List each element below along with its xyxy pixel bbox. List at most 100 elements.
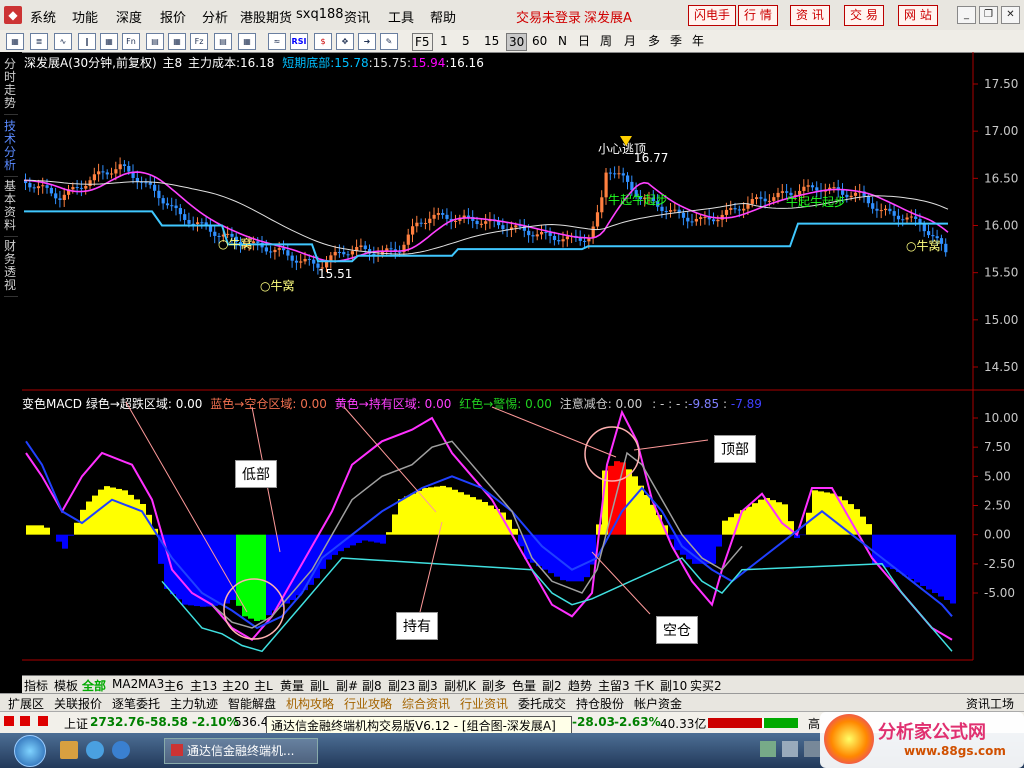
tray-icon[interactable] bbox=[804, 741, 820, 757]
f10-icon[interactable]: ▦ bbox=[238, 33, 256, 50]
pen-icon[interactable]: ✎ bbox=[380, 33, 398, 50]
flash-trade-button[interactable]: 闪电手 bbox=[688, 5, 737, 26]
period-60min[interactable]: 60 bbox=[530, 33, 549, 49]
f10-icon[interactable]: ▤ bbox=[146, 33, 164, 50]
indicator-tab[interactable]: 副# bbox=[336, 677, 358, 694]
period-30min[interactable]: 30 bbox=[506, 33, 528, 51]
indicator-tab[interactable]: 黄量 bbox=[280, 677, 304, 694]
indicator-tab[interactable]: MA3 bbox=[138, 677, 164, 691]
indicator-tab[interactable]: 色量 bbox=[512, 677, 536, 694]
market-button[interactable]: 行 情 bbox=[738, 5, 778, 26]
menu-function[interactable]: 功能 bbox=[72, 7, 98, 26]
media-icon[interactable] bbox=[86, 741, 104, 759]
indicator-tab[interactable]: 全部 bbox=[82, 677, 106, 694]
extension-tab[interactable]: 综合资讯 bbox=[402, 695, 450, 712]
extension-tab[interactable]: 委托成交 bbox=[518, 695, 566, 712]
tab-fundamentals[interactable]: 基本资料 bbox=[4, 180, 18, 237]
index-name[interactable]: 上证 bbox=[64, 715, 88, 732]
f10-icon[interactable]: ▦ bbox=[168, 33, 186, 50]
indicator-tab[interactable]: 主留3 bbox=[598, 677, 630, 694]
indicator-tab[interactable]: 副多 bbox=[482, 677, 506, 694]
indicator-tab[interactable]: 主20 bbox=[222, 677, 249, 694]
f10-icon[interactable]: Fz bbox=[190, 33, 208, 50]
f10-icon[interactable]: Fn bbox=[122, 33, 140, 50]
extension-tab[interactable]: 行业资讯 bbox=[460, 695, 508, 712]
indicator-tab[interactable]: 副3 bbox=[418, 677, 438, 694]
period-year[interactable]: 年 bbox=[690, 33, 706, 49]
indicator-tab[interactable]: 主13 bbox=[190, 677, 217, 694]
indicator-tab[interactable]: 主L bbox=[254, 677, 273, 694]
indicator-tab[interactable]: 副机K bbox=[444, 677, 476, 694]
menu-hk-futures[interactable]: 港股期货 bbox=[240, 7, 292, 26]
period-5min[interactable]: 5 bbox=[460, 33, 472, 49]
indicator-tab[interactable]: 副2 bbox=[542, 677, 562, 694]
tab-realtime[interactable]: 分时走势 bbox=[4, 58, 18, 115]
website-button[interactable]: 网 站 bbox=[898, 5, 938, 26]
indicator-tab[interactable]: 趋势 bbox=[568, 677, 592, 694]
news-button[interactable]: 资 讯 bbox=[790, 5, 830, 26]
indicator-tab[interactable]: 副L bbox=[310, 677, 329, 694]
extension-tab[interactable]: 扩展区 bbox=[8, 695, 44, 712]
info-workshop-tab[interactable]: 资讯工场 bbox=[966, 695, 1014, 712]
extension-tab[interactable]: 行业攻略 bbox=[344, 695, 392, 712]
period-month[interactable]: 月 bbox=[622, 33, 638, 49]
extension-tab[interactable]: 帐户资金 bbox=[634, 695, 682, 712]
period-n[interactable]: N bbox=[556, 33, 569, 49]
indicator-tab[interactable]: 千K bbox=[634, 677, 654, 694]
tray-icon[interactable] bbox=[782, 741, 798, 757]
f10-icon[interactable]: ▤ bbox=[214, 33, 232, 50]
indicator-tab[interactable]: 副8 bbox=[362, 677, 382, 694]
menu-tools[interactable]: 工具 bbox=[388, 7, 414, 26]
indicator-tab[interactable]: 副10 bbox=[660, 677, 687, 694]
period-day[interactable]: 日 bbox=[576, 33, 592, 49]
menu-help[interactable]: 帮助 bbox=[430, 7, 456, 26]
rsi-icon[interactable]: RSI bbox=[290, 33, 308, 50]
explorer-icon[interactable] bbox=[60, 741, 78, 759]
move-icon[interactable]: ✥ bbox=[336, 33, 354, 50]
extension-tab[interactable]: 主力轨迹 bbox=[170, 695, 218, 712]
menu-news[interactable]: 资讯 bbox=[344, 7, 370, 26]
line-chart-icon[interactable]: ∿ bbox=[54, 33, 72, 50]
macd-bar bbox=[566, 534, 572, 582]
tray-icon[interactable] bbox=[760, 741, 776, 757]
extension-tab[interactable]: 持仓股份 bbox=[576, 695, 624, 712]
period-season[interactable]: 季 bbox=[668, 33, 684, 49]
taskbar-app-button[interactable]: 通达信金融终端机... bbox=[164, 738, 318, 764]
grid-icon[interactable]: ▦ bbox=[6, 33, 24, 50]
period-multi[interactable]: 多 bbox=[646, 33, 662, 49]
period-week[interactable]: 周 bbox=[598, 33, 614, 49]
extension-tab[interactable]: 逐笔委托 bbox=[112, 695, 160, 712]
list-icon[interactable]: ≣ bbox=[30, 33, 48, 50]
period-15min[interactable]: 15 bbox=[482, 33, 501, 49]
indicator-tab[interactable]: 指标 bbox=[24, 677, 48, 694]
restore-icon[interactable]: ❐ bbox=[979, 6, 998, 24]
indicator-tab[interactable]: 模板 bbox=[54, 677, 78, 694]
windows-start-icon[interactable] bbox=[14, 735, 46, 767]
extension-tab[interactable]: 智能解盘 bbox=[228, 695, 276, 712]
macd-bar bbox=[374, 534, 380, 543]
indicator-tab[interactable]: 副23 bbox=[388, 677, 415, 694]
arrow-icon[interactable]: ➜ bbox=[358, 33, 376, 50]
extension-tab[interactable]: 机构攻略 bbox=[286, 695, 334, 712]
period-f5[interactable]: F5 bbox=[412, 33, 433, 51]
indicator-tab[interactable]: 实买2 bbox=[690, 677, 722, 694]
wave-icon[interactable]: ≈ bbox=[268, 33, 286, 50]
tab-technical[interactable]: 技术分析 bbox=[4, 120, 18, 177]
minimize-icon[interactable]: _ bbox=[957, 6, 976, 24]
menu-user[interactable]: sxq188 bbox=[296, 7, 344, 22]
table-icon[interactable]: ▦ bbox=[100, 33, 118, 50]
ie-icon[interactable] bbox=[112, 741, 130, 759]
period-1min[interactable]: 1 bbox=[438, 33, 450, 49]
extension-tab[interactable]: 关联报价 bbox=[54, 695, 102, 712]
dollar-icon[interactable]: $ bbox=[314, 33, 332, 50]
trade-button[interactable]: 交 易 bbox=[844, 5, 884, 26]
tab-financials[interactable]: 财务透视 bbox=[4, 240, 18, 297]
menu-quote[interactable]: 报价 bbox=[160, 7, 186, 26]
menu-system[interactable]: 系统 bbox=[30, 7, 56, 26]
indicator-tab[interactable]: 主6 bbox=[164, 677, 184, 694]
menu-analysis[interactable]: 分析 bbox=[202, 7, 228, 26]
indicator-tab[interactable]: MA2 bbox=[112, 677, 138, 691]
close-icon[interactable]: ✕ bbox=[1001, 6, 1020, 24]
menu-depth[interactable]: 深度 bbox=[116, 7, 142, 26]
candle-icon[interactable]: ‖ bbox=[78, 33, 96, 50]
